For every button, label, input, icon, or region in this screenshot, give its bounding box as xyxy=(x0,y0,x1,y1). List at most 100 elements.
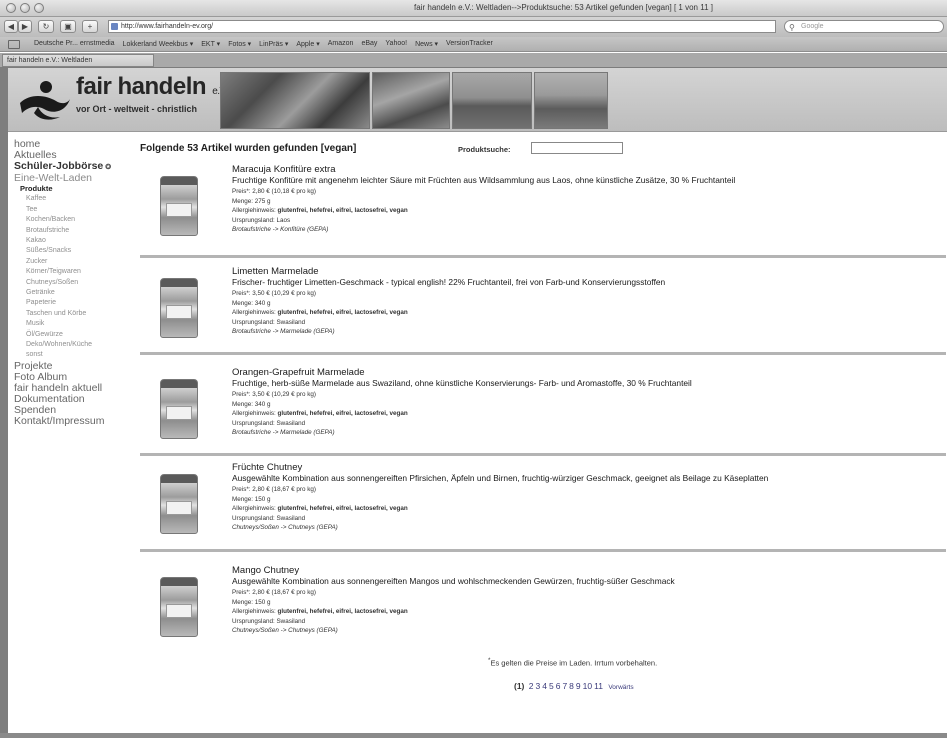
logo-tagline: vor Ort - weltweit - christlich xyxy=(76,104,198,114)
nav-category-item[interactable]: Öl/Gewürze xyxy=(14,330,126,340)
product-price: Preis*: 2,80 € (18,67 € pro kg) xyxy=(232,589,317,596)
product-item: Maracuja Konfitüre extra Fruchtige Konfit… xyxy=(140,164,946,254)
pagination-page-link[interactable]: 10 xyxy=(583,681,592,691)
bookmarks-book-icon[interactable] xyxy=(8,40,20,49)
nav-category-item[interactable]: Brotaufstriche xyxy=(14,226,126,236)
product-category-link[interactable]: Chutneys/Soßen -> Chutneys (GEPA) xyxy=(232,627,338,634)
jar-label-icon xyxy=(166,604,192,618)
product-origin: Ursprungsland: Swasiland xyxy=(232,419,306,427)
logo-wordmark[interactable]: fair handeln e.V. xyxy=(76,73,228,101)
product-amount: Menge: 340 g xyxy=(232,400,271,408)
pagination-page-link[interactable]: 8 xyxy=(569,681,574,691)
footnote-text: Es gelten die Preise im Laden. Irrtum vo… xyxy=(490,658,658,668)
sidebar-bottom-links: Projekte Foto Album fair handeln aktuell Do… xyxy=(14,360,126,427)
bookmark-item[interactable]: News ▾ xyxy=(415,40,438,48)
nav-category-item[interactable]: Chutneys/Soßen xyxy=(14,278,126,288)
nav-category-item[interactable]: Musik xyxy=(14,319,126,329)
nav-eine-welt-laden[interactable]: Eine-Welt-Laden xyxy=(14,173,126,184)
nav-category-item[interactable]: Papeterie xyxy=(14,298,126,308)
jar-label-icon xyxy=(166,501,192,515)
product-image[interactable] xyxy=(160,577,198,637)
address-bar[interactable]: http://www.fairhandeln-ev.org/ xyxy=(108,20,776,33)
header-photo-field xyxy=(452,72,532,129)
back-button[interactable]: ◀ xyxy=(4,20,18,33)
jobs-badge-icon: ✪ xyxy=(105,164,112,171)
allergy-value: glutenfrei, hefefrei, eifrei, lactosefre… xyxy=(277,608,408,616)
product-image[interactable] xyxy=(160,474,198,534)
reload-button[interactable]: ↻ xyxy=(38,20,54,33)
bookmark-item[interactable]: VersionTracker xyxy=(446,40,493,48)
pagination-page-link[interactable]: 11 xyxy=(594,681,603,691)
pagination-page-link[interactable]: 9 xyxy=(576,681,581,691)
bookmark-item[interactable]: EKT ▾ xyxy=(201,40,220,48)
allergy-label: Allergiehinweis: xyxy=(232,608,276,616)
browser-toolbar: ◀ ▶ ↻ ▣ + http://www.fairhandeln-ev.org/… xyxy=(0,17,947,37)
nav-category-item[interactable]: Taschen und Körbe xyxy=(14,309,126,319)
nav-category-item[interactable]: Zucker xyxy=(14,257,126,267)
bookmark-item[interactable]: Deutsche Pr... ernstmedia xyxy=(34,40,115,48)
nav-category-item[interactable]: Kochen/Backen xyxy=(14,215,126,225)
pagination-page-link[interactable]: 4 xyxy=(542,681,547,691)
browser-tab[interactable]: fair handeln e.V.: Weltladen xyxy=(2,54,154,67)
nav-category-item[interactable]: Tee xyxy=(14,205,126,215)
product-category-link[interactable]: Brotaufstriche -> Marmelade (GEPA) xyxy=(232,328,335,335)
product-price: Preis*: 2,80 € (18,67 € pro kg) xyxy=(232,486,317,493)
product-title[interactable]: Limetten Marmelade xyxy=(232,266,319,277)
product-title[interactable]: Mango Chutney xyxy=(232,565,299,576)
product-title[interactable]: Früchte Chutney xyxy=(232,462,302,473)
product-category-link[interactable]: Brotaufstriche -> Konfitüre (GEPA) xyxy=(232,226,328,233)
nav-category-item[interactable]: Körner/Teigwaren xyxy=(14,267,126,277)
nav-category-item[interactable]: Kakao xyxy=(14,236,126,246)
product-image[interactable] xyxy=(160,278,198,338)
bookmark-item[interactable]: eBay xyxy=(361,40,377,48)
product-allergy: Allergiehinweis: glutenfrei, hefefrei, e… xyxy=(232,505,408,512)
product-category-link[interactable]: Brotaufstriche -> Marmelade (GEPA) xyxy=(232,429,335,436)
product-description: Fruchtige Konfitüre mit angenehm leichte… xyxy=(232,175,736,185)
header-photo-animals xyxy=(534,72,608,129)
pagination-page-link[interactable]: 5 xyxy=(549,681,554,691)
product-title[interactable]: Orangen-Grapefruit Marmelade xyxy=(232,367,365,378)
nav-category-item[interactable]: Deko/Wohnen/Küche xyxy=(14,340,126,350)
product-divider xyxy=(140,352,946,355)
product-image[interactable] xyxy=(160,379,198,439)
pagination-page-link[interactable]: 7 xyxy=(562,681,567,691)
pagination-next[interactable]: Vorwärts xyxy=(608,684,633,691)
product-allergy: Allergiehinweis: glutenfrei, hefefrei, e… xyxy=(232,207,408,214)
jar-label-icon xyxy=(166,305,192,319)
pagination-page-link[interactable]: 6 xyxy=(556,681,561,691)
product-title[interactable]: Maracuja Konfitüre extra xyxy=(232,164,336,175)
logo-figure-icon[interactable] xyxy=(16,77,72,121)
pagination-page-link[interactable]: 3 xyxy=(536,681,541,691)
nav-item[interactable]: Kontakt/Impressum xyxy=(14,415,126,427)
forward-button[interactable]: ▶ xyxy=(18,20,32,33)
product-search-input[interactable] xyxy=(531,142,623,154)
tabs-button[interactable]: ▣ xyxy=(60,20,76,33)
add-bookmark-button[interactable]: + xyxy=(82,20,98,33)
jar-label-icon xyxy=(166,203,192,217)
allergy-value: glutenfrei, hefefrei, eifrei, lactosefre… xyxy=(277,505,408,513)
browser-search-field[interactable]: ⚲ Google xyxy=(784,20,944,33)
nav-produkte[interactable]: Produkte xyxy=(14,184,126,194)
nav-category-item[interactable]: Süßes/Snacks xyxy=(14,246,126,256)
window-titlebar: fair handeln e.V.: Weltladen-->Produktsu… xyxy=(0,0,947,17)
bookmarks-list: Deutsche Pr... ernstmedia Lokkerland Week… xyxy=(34,40,493,48)
product-divider xyxy=(140,549,946,552)
product-amount: Menge: 150 g xyxy=(232,598,271,606)
bookmark-item[interactable]: Apple ▾ xyxy=(296,40,319,48)
product-category-link[interactable]: Chutneys/Soßen -> Chutneys (GEPA) xyxy=(232,524,338,531)
bookmark-item[interactable]: Yahoo! xyxy=(385,40,407,48)
bookmark-item[interactable]: LinPräs ▾ xyxy=(259,40,288,48)
product-image[interactable] xyxy=(160,176,198,236)
product-amount: Menge: 275 g xyxy=(232,197,271,205)
bookmark-item[interactable]: Amazon xyxy=(328,40,354,48)
nav-category-item[interactable]: Kaffee xyxy=(14,194,126,204)
bookmark-item[interactable]: Lokkerland Weekbus ▾ xyxy=(123,40,194,48)
bookmark-item[interactable]: Fotos ▾ xyxy=(228,40,251,48)
price-footnote: *Es gelten die Preise im Laden. Irrtum v… xyxy=(488,657,657,668)
pagination-page-link[interactable]: 2 xyxy=(529,681,534,691)
product-origin: Ursprungsland: Swasiland xyxy=(232,514,306,522)
search-placeholder: Google xyxy=(801,23,824,30)
allergy-label: Allergiehinweis: xyxy=(232,505,276,513)
nav-category-item[interactable]: Getränke xyxy=(14,288,126,298)
site-header: fair handeln e.V. vor Ort - weltweit - c… xyxy=(8,68,947,132)
